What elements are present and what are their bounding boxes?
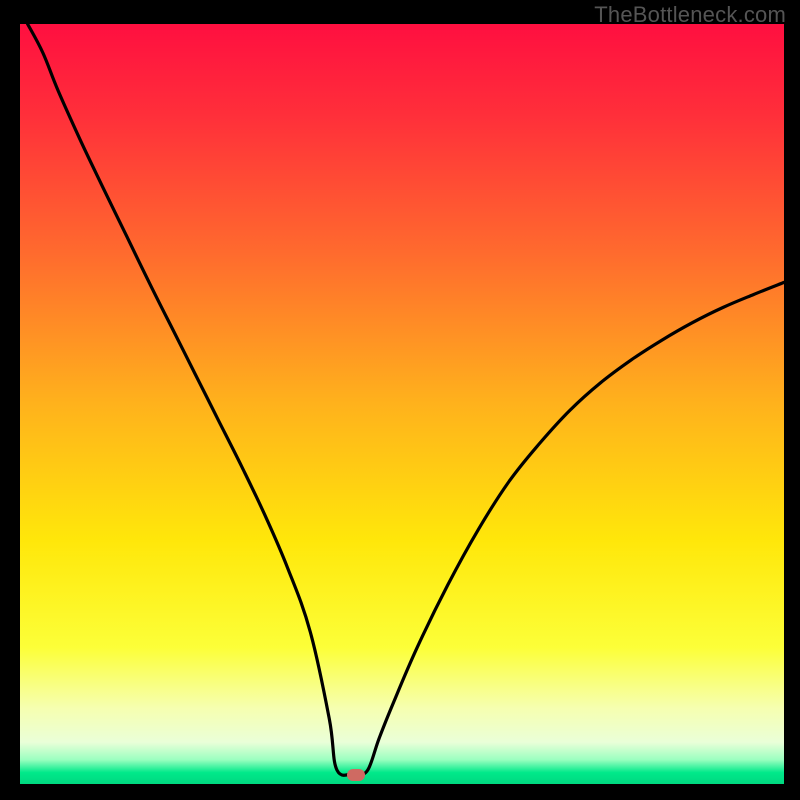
chart-frame: TheBottleneck.com — [0, 0, 800, 800]
minimum-marker — [347, 769, 365, 781]
gradient-bg — [20, 24, 784, 784]
chart-svg — [20, 24, 784, 784]
plot-area — [20, 24, 784, 784]
